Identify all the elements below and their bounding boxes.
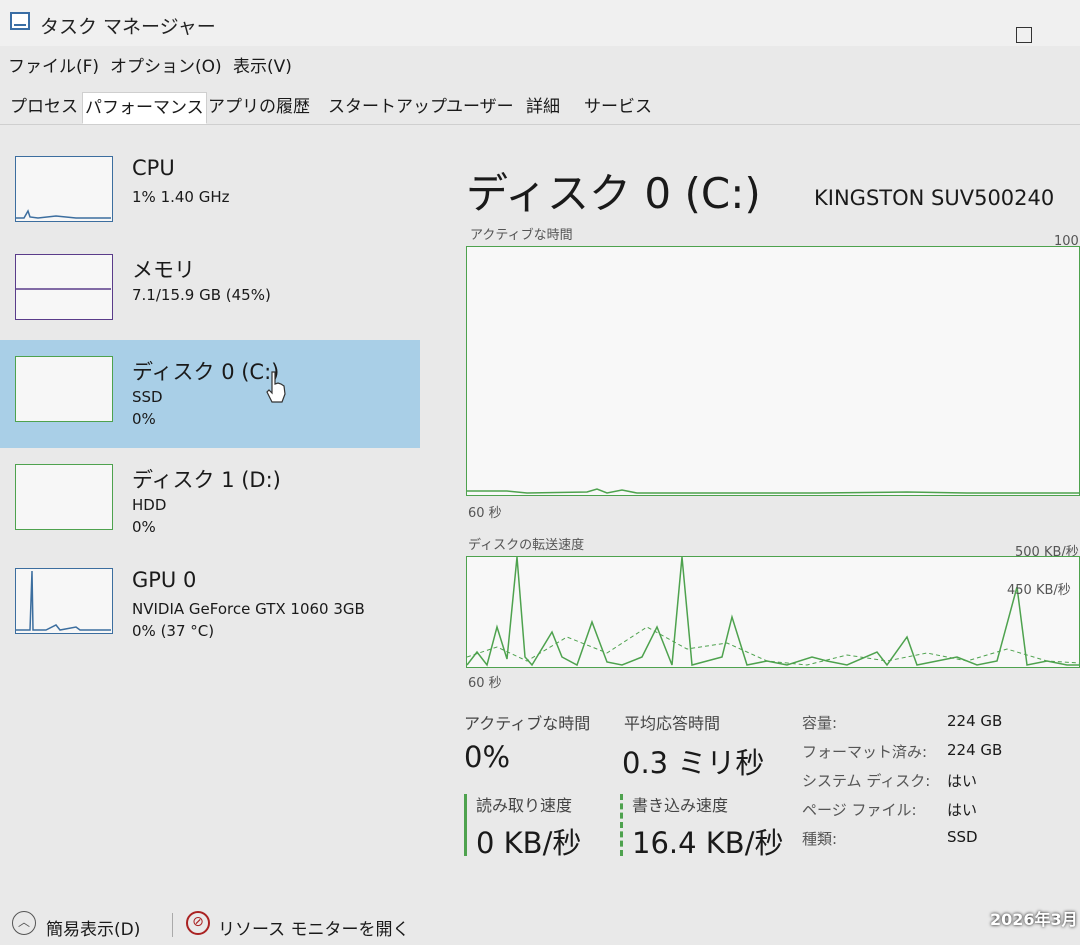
disk0-thumbnail-graph (15, 356, 113, 422)
resource-monitor-icon: ⊘ (186, 911, 210, 935)
memory-thumbnail-graph (15, 254, 113, 320)
page-title: ディスク 0 (C:) (466, 169, 761, 218)
tab-users[interactable]: ユーザー (444, 92, 516, 122)
prop-page-file-label: ページ ファイル: (802, 801, 917, 819)
active-time-graph (466, 246, 1080, 496)
graph1-time-label: 60 秒 (468, 506, 502, 521)
collapse-chevron-icon[interactable]: ︿ (12, 911, 36, 935)
active-time-value: 0% (464, 740, 511, 774)
graph2-label: ディスクの転送速度 (468, 538, 585, 553)
prop-type-label: 種類: (802, 830, 838, 848)
sidebar-item-usage: 0% (132, 410, 156, 428)
tab-processes[interactable]: プロセス (8, 92, 80, 122)
sidebar-item-memory[interactable]: メモリ 7.1/15.9 GB (45%) (0, 238, 420, 346)
sidebar-item-detail: 7.1/15.9 GB (45%) (132, 286, 271, 304)
prop-capacity-label: 容量: (802, 714, 838, 732)
prop-page-file-value: はい (947, 801, 978, 819)
sidebar-item-label: ディスク 0 (C:) (132, 360, 280, 384)
active-time-label: アクティブな時間 (464, 714, 591, 733)
tab-app-history[interactable]: アプリの履歴 (206, 92, 312, 122)
disk-model: KINGSTON SUV500240 (814, 186, 1055, 210)
task-manager-icon (10, 12, 30, 30)
open-resource-monitor-link[interactable]: リソース モニターを開く (218, 915, 410, 940)
transfer-rate-graph: 450 KB/秒 (466, 556, 1080, 668)
sidebar-item-usage: 0% (132, 518, 156, 536)
prop-type-value: SSD (947, 828, 978, 846)
prop-formatted-value: 224 GB (947, 741, 1003, 759)
sidebar-item-detail: HDD (132, 496, 167, 514)
sidebar-item-disk1[interactable]: ディスク 1 (D:) HDD 0% (0, 448, 420, 556)
sidebar-item-detail: SSD (132, 388, 163, 406)
sidebar-item-cpu[interactable]: CPU 1% 1.40 GHz (0, 140, 420, 248)
sidebar-item-label: CPU (132, 156, 175, 180)
fewer-details-link[interactable]: 簡易表示(D) (46, 915, 140, 940)
sidebar-item-gpu0[interactable]: GPU 0 NVIDIA GeForce GTX 1060 3GB 0% (37… (0, 552, 420, 660)
sidebar-item-detail: NVIDIA GeForce GTX 1060 3GB (132, 600, 365, 618)
window-title: タスク マネージャー (40, 16, 216, 38)
footer-bar: ︿ 簡易表示(D) ⊘ リソース モニターを開く (0, 905, 1080, 945)
sidebar-item-label: メモリ (132, 258, 195, 282)
sidebar-item-usage: 0% (37 °C) (132, 622, 215, 640)
cpu-thumbnail-graph (15, 156, 113, 222)
write-speed-value: 16.4 KB/秒 (632, 826, 784, 860)
sidebar-item-disk0[interactable]: ディスク 0 (C:) SSD 0% (0, 340, 420, 448)
read-speed-marker (464, 794, 467, 856)
date-stamp: 2026年3月 (990, 910, 1078, 929)
hand-cursor-icon (266, 371, 286, 403)
write-speed-marker (620, 794, 623, 856)
prop-formatted-label: フォーマット済み: (802, 743, 928, 761)
graph1-label: アクティブな時間 (470, 228, 573, 243)
tab-services[interactable]: サービス (582, 92, 654, 122)
performance-sidebar: CPU 1% 1.40 GHz メモリ 7.1/15.9 GB (45%) ディ… (0, 140, 420, 660)
tab-details[interactable]: 詳細 (524, 92, 562, 122)
tab-startup[interactable]: スタートアップ (326, 92, 449, 122)
read-speed-label: 読み取り速度 (476, 796, 573, 815)
disk1-thumbnail-graph (15, 464, 113, 530)
menu-options[interactable]: オプション(O) (110, 52, 222, 77)
prop-capacity-value: 224 GB (947, 712, 1003, 730)
prop-system-disk-label: システム ディスク: (802, 772, 931, 790)
tab-bar: プロセス パフォーマンス アプリの履歴 スタートアップ ユーザー 詳細 サービス (0, 90, 1080, 125)
write-speed-label: 書き込み速度 (632, 796, 729, 815)
read-speed-value: 0 KB/秒 (476, 826, 582, 860)
menu-view[interactable]: 表示(V) (233, 52, 292, 77)
tab-performance[interactable]: パフォーマンス (82, 92, 207, 124)
graph2-mid-label: 450 KB/秒 (1007, 583, 1071, 598)
avg-response-label: 平均応答時間 (624, 714, 721, 733)
title-bar: タスク マネージャー (0, 0, 1080, 46)
prop-system-disk-value: はい (947, 772, 978, 790)
maximize-icon[interactable] (1016, 27, 1032, 43)
menu-file[interactable]: ファイル(F) (8, 52, 99, 77)
graph2-time-label: 60 秒 (468, 676, 502, 691)
footer-divider (172, 913, 173, 937)
avg-response-value: 0.3 ミリ秒 (622, 746, 765, 780)
sidebar-item-label: ディスク 1 (D:) (132, 468, 281, 492)
gpu-thumbnail-graph (15, 568, 113, 634)
sidebar-item-label: GPU 0 (132, 568, 197, 592)
sidebar-item-detail: 1% 1.40 GHz (132, 188, 230, 206)
